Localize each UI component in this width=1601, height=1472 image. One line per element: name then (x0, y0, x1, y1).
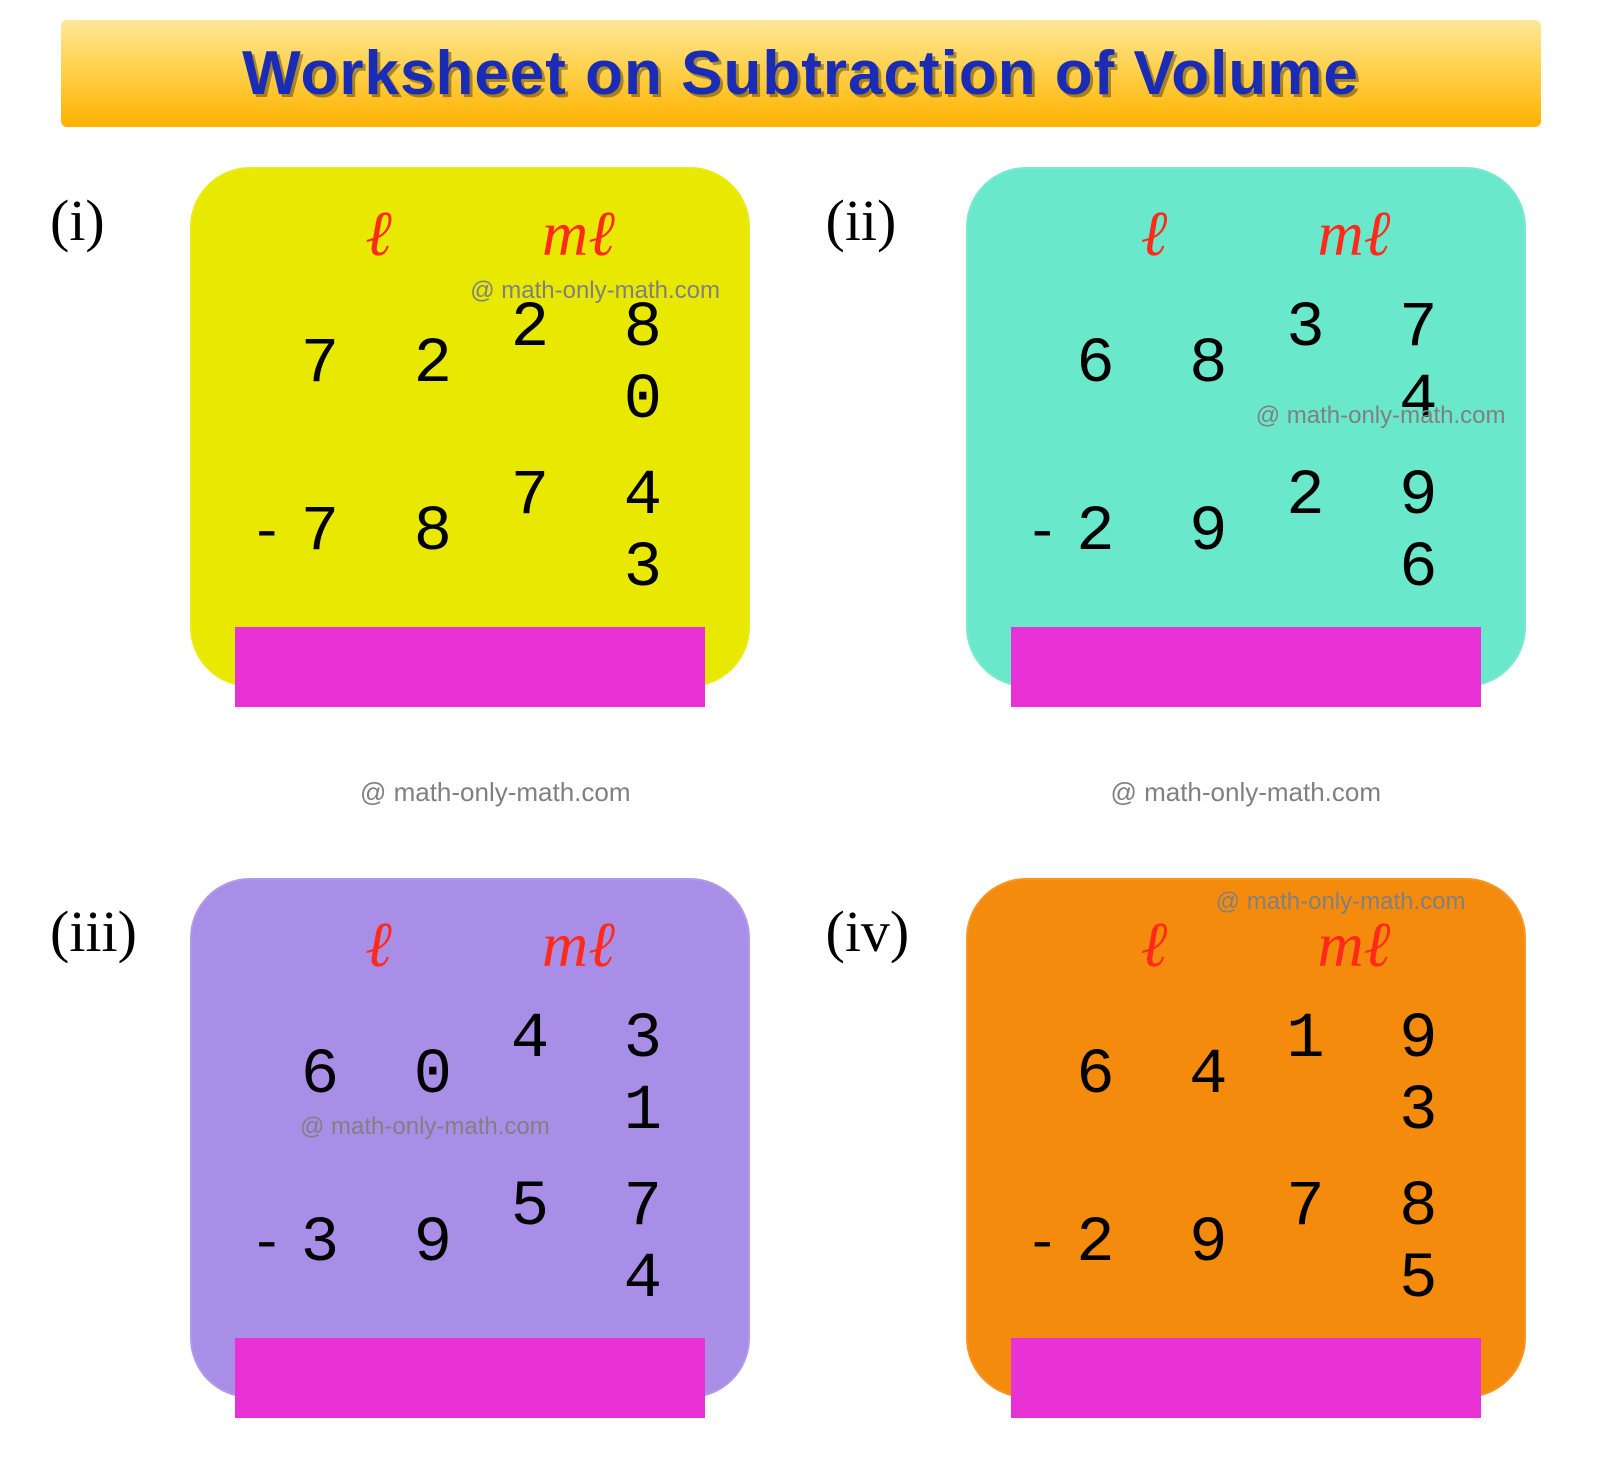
mid-attribution-row: @ math-only-math.com @ math-only-math.co… (50, 757, 1551, 808)
unit-headers: ℓ mℓ (1006, 908, 1486, 992)
minuend-ml: 1 9 3 (1246, 1004, 1466, 1148)
problem-cell: (ii) @ math-only-math.com ℓ mℓ 6 8 3 7 4… (826, 167, 1552, 687)
subtrahend-litres: 2 9 (1076, 1208, 1246, 1280)
minuend-litres: 6 8 (1076, 329, 1246, 401)
attribution-text: @ math-only-math.com (1110, 777, 1381, 807)
unit-litre: ℓ (365, 197, 392, 271)
problem-card: @ math-only-math.com ℓ mℓ 6 4 1 9 3 - 2 … (966, 878, 1526, 1398)
minuend-litres: 6 4 (1076, 1040, 1246, 1112)
subtrahend-row: - 2 9 7 8 5 (1006, 1160, 1486, 1328)
title-banner: Worksheet on Subtraction of Volume (61, 20, 1541, 127)
unit-millilitre: mℓ (1318, 197, 1391, 271)
question-label: (iii) (50, 878, 190, 965)
page-title: Worksheet on Subtraction of Volume (242, 39, 1359, 108)
attribution-text: @ math-only-math.com (470, 277, 720, 305)
minuend-row: 7 2 2 8 0 (230, 281, 710, 449)
unit-headers: ℓ mℓ (230, 197, 710, 281)
problem-cell: (iii) @ math-only-math.com ℓ mℓ 6 0 4 3 … (50, 878, 776, 1398)
minus-sign: - (250, 1212, 300, 1276)
unit-headers: ℓ mℓ (1006, 197, 1486, 281)
problems-grid: (i) @ math-only-math.com ℓ mℓ 7 2 2 8 0 … (40, 167, 1561, 1398)
minuend-ml: 2 8 0 (470, 293, 690, 437)
attribution-text: @ math-only-math.com (300, 1113, 550, 1141)
minuend-litres: 7 2 (300, 329, 470, 401)
unit-millilitre: mℓ (1318, 908, 1391, 982)
subtrahend-row: - 7 8 7 4 3 (230, 449, 710, 617)
question-label: (ii) (826, 167, 966, 254)
minus-sign: - (1026, 501, 1076, 565)
minuend-litres: 6 0 (300, 1040, 470, 1112)
subtrahend-litres: 3 9 (300, 1208, 470, 1280)
subtrahend-ml: 7 4 3 (470, 461, 690, 605)
subtrahend-ml: 5 7 4 (470, 1172, 690, 1316)
unit-millilitre: mℓ (542, 908, 615, 982)
unit-litre: ℓ (1141, 908, 1168, 982)
unit-headers: ℓ mℓ (230, 908, 710, 992)
answer-bar (1011, 627, 1481, 707)
subtrahend-row: - 3 9 5 7 4 (230, 1160, 710, 1328)
problem-card: @ math-only-math.com ℓ mℓ 6 0 4 3 1 - 3 … (190, 878, 750, 1398)
attribution-text: @ math-only-math.com (1256, 402, 1506, 430)
problem-cell: (i) @ math-only-math.com ℓ mℓ 7 2 2 8 0 … (50, 167, 776, 687)
question-label: (i) (50, 167, 190, 254)
unit-litre: ℓ (1141, 197, 1168, 271)
subtrahend-row: - 2 9 2 9 6 (1006, 449, 1486, 617)
problem-cell: (iv) @ math-only-math.com ℓ mℓ 6 4 1 9 3… (826, 878, 1552, 1398)
unit-millilitre: mℓ (542, 197, 615, 271)
answer-bar (235, 1338, 705, 1418)
unit-litre: ℓ (365, 908, 392, 982)
problem-card: @ math-only-math.com ℓ mℓ 6 8 3 7 4 - 2 … (966, 167, 1526, 687)
minuend-row: 6 4 1 9 3 (1006, 992, 1486, 1160)
minus-sign: - (250, 501, 300, 565)
subtrahend-ml: 7 8 5 (1246, 1172, 1466, 1316)
subtrahend-litres: 2 9 (1076, 497, 1246, 569)
minus-sign: - (1026, 1212, 1076, 1276)
attribution-text: @ math-only-math.com (1216, 888, 1466, 916)
answer-bar (235, 627, 705, 707)
attribution-text: @ math-only-math.com (360, 777, 631, 807)
problem-card: @ math-only-math.com ℓ mℓ 7 2 2 8 0 - 7 … (190, 167, 750, 687)
answer-bar (1011, 1338, 1481, 1418)
subtrahend-litres: 7 8 (300, 497, 470, 569)
subtrahend-ml: 2 9 6 (1246, 461, 1466, 605)
question-label: (iv) (826, 878, 966, 965)
